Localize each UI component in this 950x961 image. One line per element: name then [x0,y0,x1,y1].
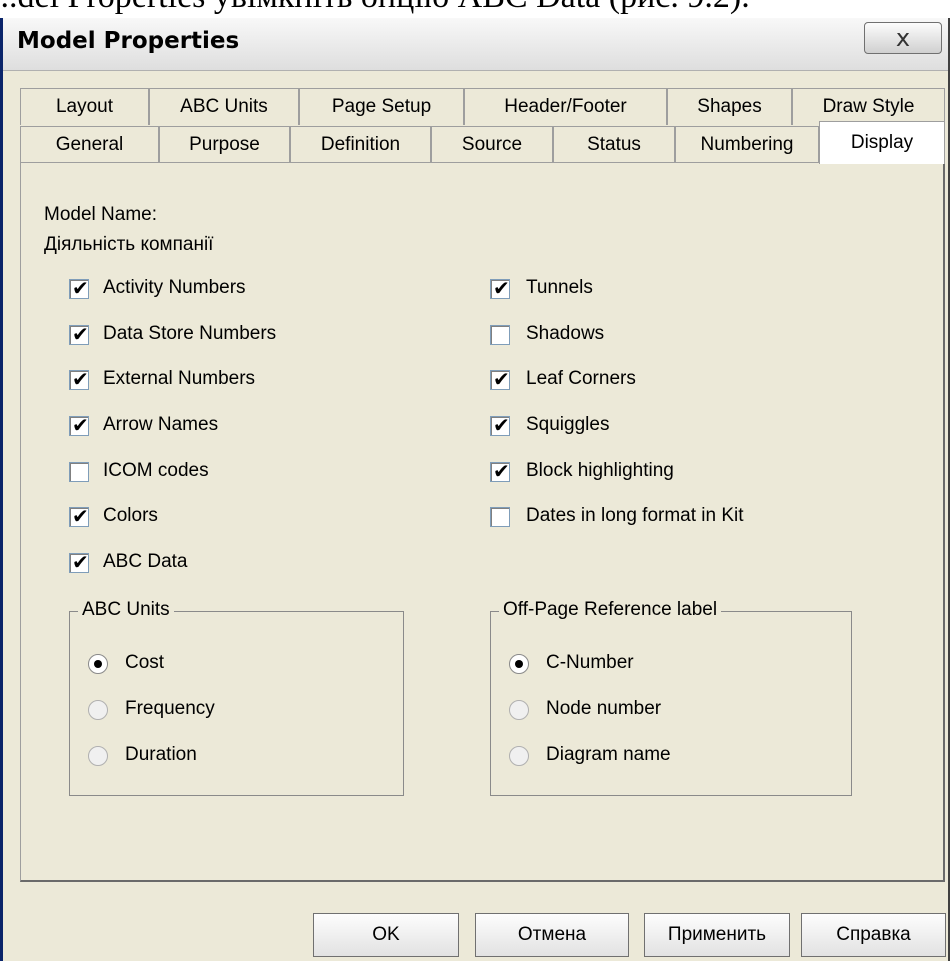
help-button[interactable]: Справка [801,913,946,957]
model-name-value: Діяльність компанії [44,234,214,255]
external-numbers-checkbox[interactable]: ✔ [69,367,89,391]
shadows-checkbox[interactable] [490,325,510,345]
frequency-radio[interactable] [88,700,108,720]
off-page-reference-group-title: Off-Page Reference label [499,599,722,621]
off-page-reference-group: Off-Page Reference label C-Number Node n… [490,599,852,796]
check-icon: ✔ [493,413,510,437]
icom-codes-checkbox[interactable] [69,462,89,482]
check-icon: ✔ [493,367,510,391]
icom-codes-label: ICOM codes [103,460,209,481]
background-document-text: ...del Properties увімкніть опцію ABC Da… [0,0,750,18]
c-number-radio[interactable] [509,654,529,674]
tab-draw-style[interactable]: Draw Style [792,88,945,125]
close-icon: x [895,24,911,52]
cost-label: Cost [125,652,165,673]
external-numbers-label: External Numbers [103,368,256,389]
c-number-label: C-Number [546,652,634,673]
duration-label: Duration [125,744,197,765]
check-icon: ✔ [493,459,510,483]
arrow-names-checkbox[interactable]: ✔ [69,413,89,437]
frequency-label: Frequency [125,698,215,719]
tab-status[interactable]: Status [553,126,675,163]
node-number-label: Node number [546,698,662,719]
tab-purpose[interactable]: Purpose [159,126,290,163]
tab-source[interactable]: Source [431,126,553,163]
tab-shapes[interactable]: Shapes [667,88,792,125]
diagram-name-radio[interactable] [509,746,529,766]
check-icon: ✔ [72,322,89,346]
tunnels-checkbox[interactable]: ✔ [490,276,510,300]
leaf-corners-checkbox[interactable]: ✔ [490,367,510,391]
duration-radio[interactable] [88,746,108,766]
tab-general[interactable]: General [20,126,159,163]
check-icon: ✔ [72,276,89,300]
title-bar[interactable]: Model Properties x [3,18,948,71]
display-tab-panel: Model Name: Діяльність компанії ✔ Activi… [20,162,945,882]
tab-definition[interactable]: Definition [290,126,431,163]
cost-radio[interactable] [88,654,108,674]
check-icon: ✔ [72,504,89,528]
cancel-button[interactable]: Отмена [475,913,629,957]
check-icon: ✔ [493,276,510,300]
abc-units-group: ABC Units Cost Frequency Duration [69,599,404,796]
tab-numbering[interactable]: Numbering [675,126,819,163]
block-highlighting-checkbox[interactable]: ✔ [490,459,510,483]
abc-data-label: ABC Data [103,551,188,572]
block-highlighting-label: Block highlighting [526,460,674,481]
leaf-corners-label: Leaf Corners [526,368,636,389]
abc-units-group-title: ABC Units [78,599,174,621]
shadows-label: Shadows [526,323,605,344]
squiggles-checkbox[interactable]: ✔ [490,413,510,437]
check-icon: ✔ [72,367,89,391]
tab-page-setup[interactable]: Page Setup [299,88,464,125]
close-button[interactable]: x [864,22,942,54]
radio-dot-icon [515,660,523,668]
arrow-names-label: Arrow Names [103,414,219,435]
tab-header-footer[interactable]: Header/Footer [464,88,667,125]
node-number-radio[interactable] [509,700,529,720]
apply-button[interactable]: Применить [644,913,790,957]
tab-layout[interactable]: Layout [20,88,149,125]
tab-abc-units[interactable]: ABC Units [149,88,299,125]
model-name-label: Model Name: [44,204,157,225]
colors-label: Colors [103,505,158,526]
data-store-numbers-checkbox[interactable]: ✔ [69,322,89,346]
tunnels-label: Tunnels [526,277,593,298]
dates-long-format-label: Dates in long format in Kit [526,505,744,526]
diagram-name-label: Diagram name [546,744,671,765]
squiggles-label: Squiggles [526,414,610,435]
activity-numbers-label: Activity Numbers [103,277,246,298]
model-properties-dialog: Model Properties x Layout ABC Units Page… [0,18,950,961]
radio-dot-icon [94,660,102,668]
abc-data-checkbox[interactable]: ✔ [69,550,89,574]
activity-numbers-checkbox[interactable]: ✔ [69,276,89,300]
colors-checkbox[interactable]: ✔ [69,504,89,528]
ok-button[interactable]: OK [313,913,459,957]
dialog-title: Model Properties [17,28,240,54]
check-icon: ✔ [72,550,89,574]
data-store-numbers-label: Data Store Numbers [103,323,277,344]
tab-display[interactable]: Display [819,121,945,164]
check-icon: ✔ [72,413,89,437]
dates-long-format-checkbox[interactable] [490,507,510,527]
